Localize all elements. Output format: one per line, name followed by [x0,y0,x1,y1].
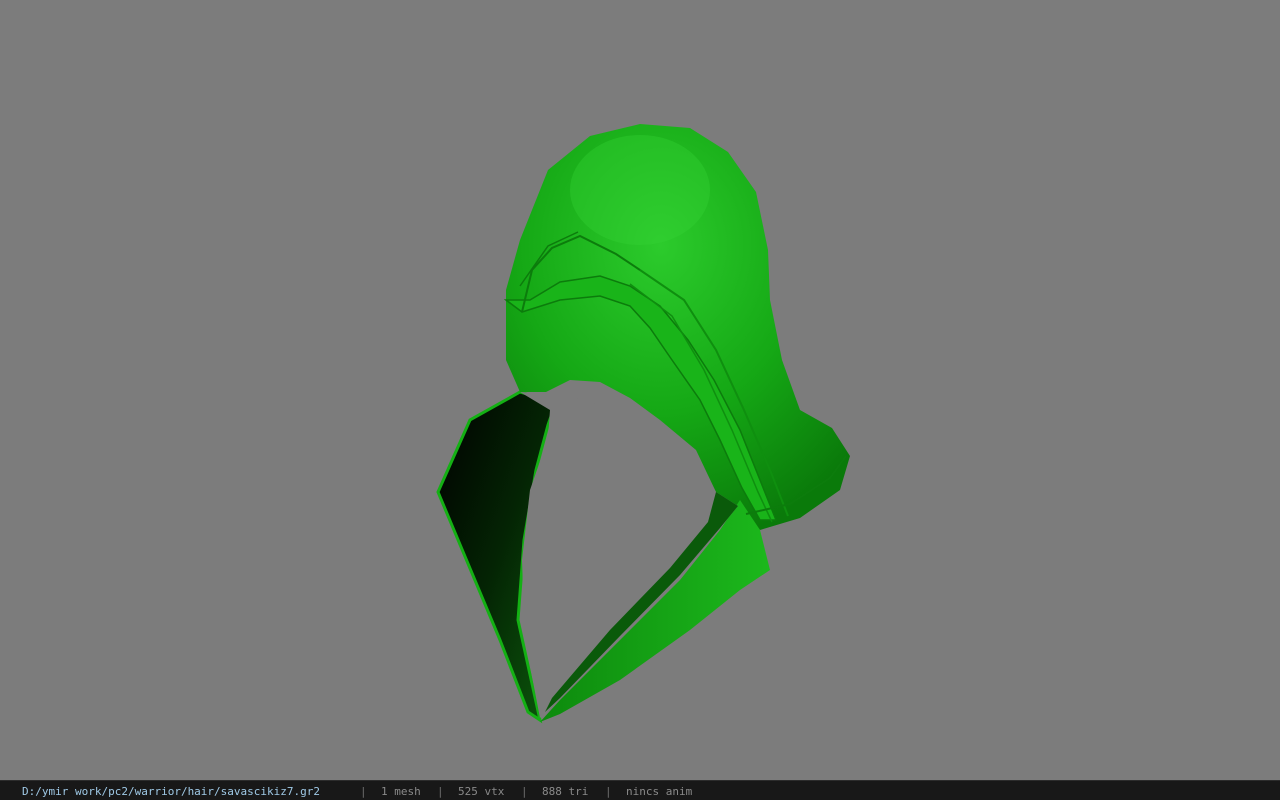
status-file-path: D:/ymir work/pc2/warrior/hair/savascikiz… [22,785,321,798]
status-separator: | [437,785,444,798]
3d-viewport[interactable] [0,0,1280,780]
status-mesh-count: 1 mesh [381,785,421,798]
status-separator: | [360,785,367,798]
status-animation: nincs anim [626,785,693,798]
status-separator: | [521,785,528,798]
hood-model-render [436,124,850,724]
status-triangle-count: 888 tri [542,785,589,798]
status-separator: | [605,785,612,798]
status-bar: D:/ymir work/pc2/warrior/hair/savascikiz… [0,780,1280,800]
hood-crown-highlight [570,135,710,245]
status-vertex-count: 525 vtx [458,785,505,798]
